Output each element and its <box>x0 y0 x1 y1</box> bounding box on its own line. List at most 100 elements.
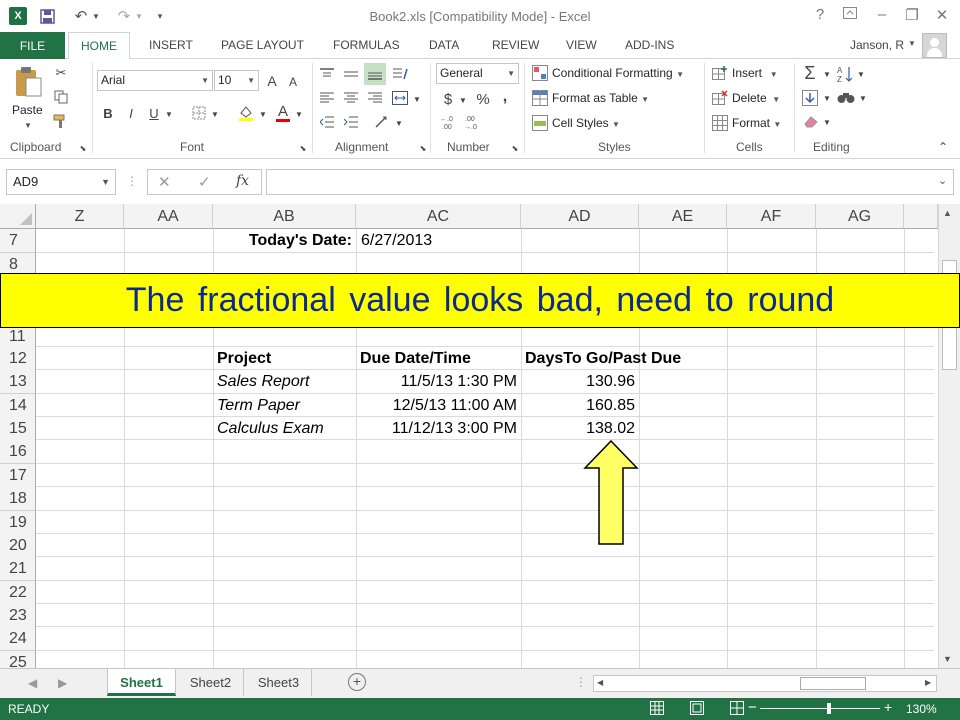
row-header[interactable]: 14 <box>0 394 36 418</box>
align-center-icon[interactable] <box>342 89 360 107</box>
column-header-aa[interactable]: AA <box>124 204 213 229</box>
copy-icon[interactable] <box>52 88 70 106</box>
alignment-launcher-icon[interactable]: ⬊ <box>418 143 428 153</box>
conditional-formatting-button[interactable]: Conditional Formatting ▼ <box>552 66 684 80</box>
tab-home[interactable]: HOME <box>68 32 130 60</box>
find-select-dropdown-icon[interactable]: ▼ <box>858 93 868 103</box>
formula-input[interactable] <box>266 169 954 195</box>
collapse-ribbon-icon[interactable]: ⌃ <box>936 140 950 154</box>
row-header[interactable]: 18 <box>0 487 36 511</box>
column-header-af[interactable]: AF <box>727 204 816 229</box>
tab-split-handle[interactable]: ⋮ <box>575 675 587 689</box>
find-select-icon[interactable] <box>836 88 856 108</box>
conditional-formatting-icon[interactable] <box>531 64 549 82</box>
sort-filter-dropdown-icon[interactable]: ▼ <box>856 69 866 79</box>
font-launcher-icon[interactable]: ⬊ <box>298 143 308 153</box>
table-cell-project[interactable]: Term Paper <box>217 394 352 417</box>
page-break-view-icon[interactable] <box>730 701 744 718</box>
align-left-icon[interactable] <box>318 89 336 107</box>
cancel-icon[interactable]: ✕ <box>158 173 171 191</box>
shrink-font-icon[interactable]: A <box>286 73 300 91</box>
zoom-in-icon[interactable]: + <box>884 699 892 715</box>
orientation-icon[interactable] <box>390 65 410 83</box>
clear-icon[interactable] <box>802 113 820 131</box>
ribbon-display-icon[interactable] <box>838 6 862 23</box>
zoom-level[interactable]: 130% <box>906 702 937 716</box>
row-header[interactable]: 23 <box>0 604 36 628</box>
insert-button[interactable]: Insert ▼ <box>732 66 778 80</box>
more-options-icon[interactable]: ⋮ <box>126 174 138 188</box>
tab-file[interactable]: FILE <box>0 32 65 59</box>
underline-dropdown-icon[interactable]: ▼ <box>164 109 174 119</box>
todays-date-value[interactable]: 6/27/2013 <box>361 229 511 252</box>
restore-button[interactable]: ❐ <box>900 6 924 24</box>
header-project[interactable]: Project <box>217 347 352 370</box>
expand-formula-bar-icon[interactable]: ⌄ <box>938 174 947 187</box>
tab-data[interactable]: DATA <box>429 32 459 59</box>
next-sheet-icon[interactable]: ▶ <box>58 676 67 690</box>
decrease-decimal-icon[interactable]: .00 →.0 <box>462 113 482 131</box>
table-cell-due[interactable]: 12/5/13 11:00 AM <box>357 394 517 417</box>
number-format-select[interactable]: General ▼ <box>436 63 519 84</box>
tab-review[interactable]: REVIEW <box>492 32 539 59</box>
tab-sheet3[interactable]: Sheet3 <box>246 669 312 696</box>
row-header[interactable]: 20 <box>0 534 36 558</box>
borders-dropdown-icon[interactable]: ▼ <box>210 109 220 119</box>
fill-icon[interactable] <box>800 88 820 108</box>
currency-dropdown-icon[interactable]: ▼ <box>458 95 468 105</box>
fill-dropdown-icon[interactable]: ▼ <box>822 93 832 103</box>
top-align-icon[interactable] <box>318 65 336 83</box>
user-dropdown-icon[interactable]: ▼ <box>908 39 916 48</box>
column-header-ag[interactable]: AG <box>816 204 904 229</box>
text-direction-dropdown-icon[interactable]: ▼ <box>394 118 404 128</box>
delete-cells-icon[interactable] <box>711 89 729 107</box>
column-header-z[interactable]: Z <box>36 204 124 229</box>
merge-dropdown-icon[interactable]: ▼ <box>412 94 422 104</box>
row-header[interactable]: 11 <box>0 325 36 349</box>
borders-icon[interactable] <box>190 104 208 122</box>
clear-dropdown-icon[interactable]: ▼ <box>822 117 832 127</box>
todays-date-label[interactable]: Today's Date: <box>214 229 352 252</box>
row-header[interactable]: 25 <box>0 651 36 668</box>
number-launcher-icon[interactable]: ⬊ <box>510 143 520 153</box>
increase-indent-icon[interactable] <box>342 113 360 131</box>
font-color-icon[interactable]: A <box>274 103 292 123</box>
insert-function-icon[interactable]: fx <box>236 173 249 189</box>
tab-insert[interactable]: INSERT <box>149 32 193 59</box>
table-cell-days[interactable]: 160.85 <box>522 394 635 417</box>
row-header[interactable]: 17 <box>0 464 36 488</box>
scroll-up-icon[interactable]: ▲ <box>943 208 952 218</box>
column-header-next[interactable] <box>904 204 938 229</box>
zoom-out-icon[interactable]: − <box>748 699 757 716</box>
italic-button[interactable]: I <box>124 103 138 123</box>
fill-color-dropdown-icon[interactable]: ▼ <box>258 109 268 119</box>
currency-icon[interactable]: $ <box>440 89 456 109</box>
enter-icon[interactable]: ✓ <box>198 173 211 191</box>
autosum-icon[interactable]: Σ <box>800 62 820 84</box>
percent-icon[interactable]: % <box>474 89 492 109</box>
increase-decimal-icon[interactable]: ←.0.00 <box>438 113 458 131</box>
horizontal-scrollbar[interactable]: ◀ ▶ <box>593 675 937 692</box>
header-days-to-go[interactable]: DaysTo Go/Past Due <box>525 347 725 370</box>
insert-cells-icon[interactable] <box>711 64 729 82</box>
column-header-ab[interactable]: AB <box>213 204 356 229</box>
table-cell-days[interactable]: 130.96 <box>522 370 635 393</box>
cut-icon[interactable]: ✂ <box>52 64 70 82</box>
grow-font-icon[interactable]: A <box>264 71 280 91</box>
format-button[interactable]: Format ▼ <box>732 116 781 130</box>
paste-label[interactable]: Paste <box>12 103 43 117</box>
horizontal-scroll-thumb[interactable] <box>800 677 866 690</box>
row-header[interactable]: 13 <box>0 370 36 394</box>
tab-view[interactable]: VIEW <box>566 32 597 59</box>
row-header[interactable]: 21 <box>0 557 36 581</box>
header-due-date[interactable]: Due Date/Time <box>360 347 518 370</box>
select-all-corner[interactable] <box>0 204 36 229</box>
row-header[interactable]: 24 <box>0 627 36 651</box>
fill-color-icon[interactable] <box>236 103 256 123</box>
zoom-slider-thumb[interactable] <box>827 703 831 714</box>
paste-dropdown-icon[interactable]: ▼ <box>24 121 32 130</box>
tab-page-layout[interactable]: PAGE LAYOUT <box>221 32 304 59</box>
paste-icon[interactable] <box>12 65 44 99</box>
scroll-right-icon[interactable]: ▶ <box>925 678 931 687</box>
name-box[interactable]: AD9 ▼ <box>6 169 116 195</box>
